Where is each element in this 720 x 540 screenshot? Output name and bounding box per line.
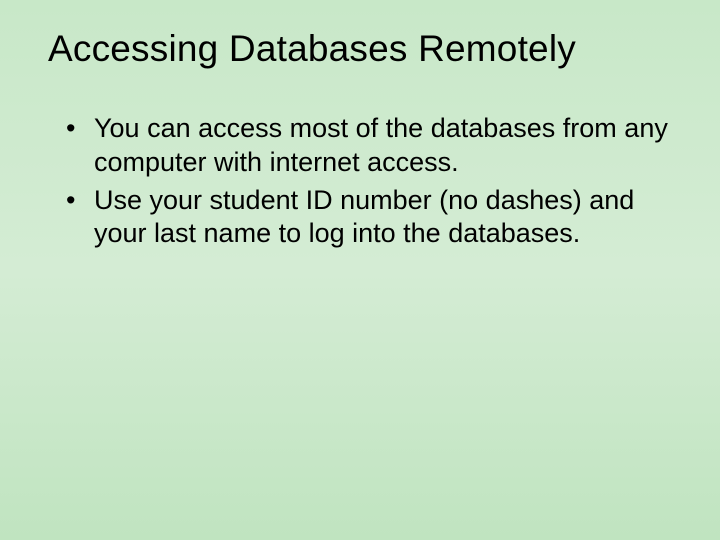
bullet-item: Use your student ID number (no dashes) a… [66,184,672,252]
bullet-list: You can access most of the databases fro… [48,112,672,251]
slide-container: Accessing Databases Remotely You can acc… [0,0,720,540]
slide-title: Accessing Databases Remotely [48,28,672,70]
bullet-item: You can access most of the databases fro… [66,112,672,180]
